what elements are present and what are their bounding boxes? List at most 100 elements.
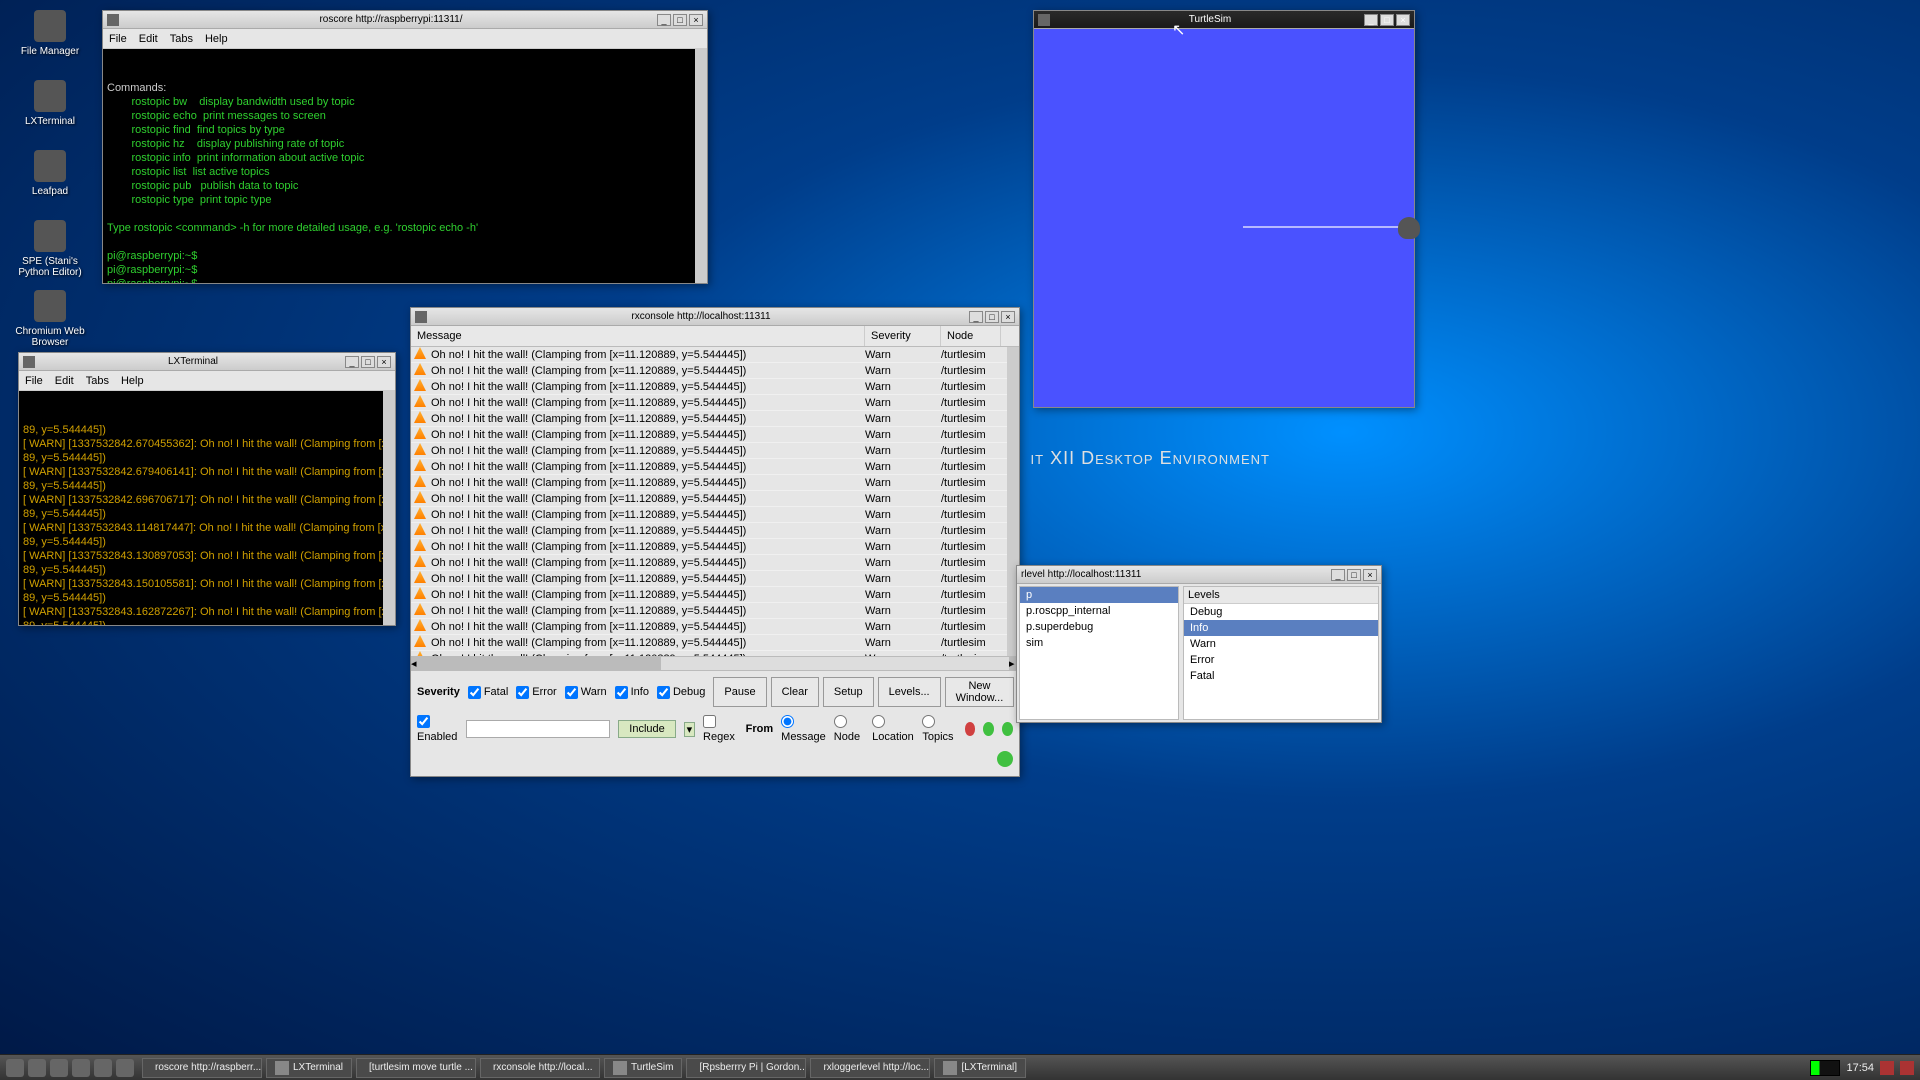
log-row[interactable]: Oh no! I hit the wall! (Clamping from [x… [411, 507, 1019, 523]
chk-warn[interactable]: Warn [565, 686, 607, 699]
menu-help[interactable]: Help [121, 375, 144, 387]
clock[interactable]: 17:54 [1846, 1062, 1874, 1074]
pause-button[interactable]: Pause [713, 677, 766, 707]
menu-help[interactable]: Help [205, 33, 228, 45]
terminal-output[interactable]: 89, y=5.544445])[ WARN] [1337532842.6704… [19, 391, 395, 625]
rb-message[interactable]: Message [781, 715, 826, 743]
log-row[interactable]: Oh no! I hit the wall! (Clamping from [x… [411, 635, 1019, 651]
setup-button[interactable]: Setup [823, 677, 874, 707]
level-item[interactable]: Error [1184, 652, 1378, 668]
volume-icon[interactable] [1880, 1061, 1894, 1075]
minimize-button[interactable]: _ [969, 311, 983, 323]
taskbar-button[interactable]: roscore http://raspberr... [142, 1058, 262, 1078]
include-button[interactable]: Include [618, 720, 675, 738]
node-item[interactable]: p.superdebug [1020, 619, 1178, 635]
maximize-button[interactable]: □ [673, 14, 687, 26]
log-row[interactable]: Oh no! I hit the wall! (Clamping from [x… [411, 475, 1019, 491]
menu-edit[interactable]: Edit [139, 33, 158, 45]
titlebar[interactable]: rlevel http://localhost:11311 _ □ × [1017, 566, 1381, 584]
level-item[interactable]: Debug [1184, 604, 1378, 620]
node-item[interactable]: sim [1020, 635, 1178, 651]
close-button[interactable]: × [1001, 311, 1015, 323]
rb-node[interactable]: Node [834, 715, 864, 743]
up-icon[interactable] [1002, 722, 1013, 736]
scrollbar[interactable] [695, 49, 707, 283]
log-row[interactable]: Oh no! I hit the wall! (Clamping from [x… [411, 539, 1019, 555]
desktop-icon-leaf[interactable]: Leafpad [10, 150, 90, 197]
titlebar[interactable]: TurtleSim _ □ × [1034, 11, 1414, 29]
remove-filter-icon[interactable] [965, 722, 976, 736]
minimize-button[interactable]: _ [1331, 569, 1345, 581]
col-node[interactable]: Node [941, 326, 1001, 346]
menu-tabs[interactable]: Tabs [86, 375, 109, 387]
close-button[interactable]: × [1363, 569, 1377, 581]
minimize-button[interactable]: _ [1364, 14, 1378, 26]
log-row[interactable]: Oh no! I hit the wall! (Clamping from [x… [411, 443, 1019, 459]
minimize-all-icon[interactable] [72, 1059, 90, 1077]
level-item[interactable]: Fatal [1184, 668, 1378, 684]
menu-tabs[interactable]: Tabs [170, 33, 193, 45]
log-row[interactable]: Oh no! I hit the wall! (Clamping from [x… [411, 411, 1019, 427]
menu-file[interactable]: File [109, 33, 127, 45]
menu-file[interactable]: File [25, 375, 43, 387]
add-filter-icon[interactable] [983, 722, 994, 736]
close-button[interactable]: × [689, 14, 703, 26]
col-message[interactable]: Message [411, 326, 865, 346]
levels-pane[interactable]: Levels DebugInfoWarnErrorFatal [1183, 586, 1379, 720]
workspace-icon[interactable] [116, 1059, 134, 1077]
log-row[interactable]: Oh no! I hit the wall! (Clamping from [x… [411, 603, 1019, 619]
maximize-button[interactable]: □ [361, 356, 375, 368]
include-dropdown[interactable]: ▾ [684, 722, 695, 737]
taskbar-button[interactable]: TurtleSim [604, 1058, 682, 1078]
taskbar-button[interactable]: [turtlesim move turtle ... [356, 1058, 476, 1078]
taskbar-button[interactable]: rxloggerlevel http://loc... [810, 1058, 930, 1078]
hscroll[interactable]: ◂ ▸ [411, 656, 1019, 670]
levels-button[interactable]: Levels... [878, 677, 941, 707]
menu-edit[interactable]: Edit [55, 375, 74, 387]
node-item[interactable]: p.roscpp_internal [1020, 603, 1178, 619]
chk-enabled[interactable]: Enabled [417, 715, 458, 743]
desktop-icon-terminal[interactable]: LXTerminal [10, 80, 90, 127]
close-button[interactable]: × [377, 356, 391, 368]
node-item[interactable]: p [1020, 587, 1178, 603]
chk-debug[interactable]: Debug [657, 686, 705, 699]
filter-input[interactable] [466, 720, 610, 738]
desktop-icon-folder[interactable]: File Manager [10, 10, 90, 57]
terminal-output[interactable]: Commands: rostopic bw display bandwidth … [103, 49, 707, 283]
minimize-button[interactable]: _ [657, 14, 671, 26]
level-item[interactable]: Warn [1184, 636, 1378, 652]
chk-fatal[interactable]: Fatal [468, 686, 508, 699]
scrollbar[interactable] [383, 391, 395, 625]
log-row[interactable]: Oh no! I hit the wall! (Clamping from [x… [411, 491, 1019, 507]
logout-icon[interactable] [1900, 1061, 1914, 1075]
chk-error[interactable]: Error [516, 686, 556, 699]
close-button[interactable]: × [1396, 14, 1410, 26]
log-row[interactable]: Oh no! I hit the wall! (Clamping from [x… [411, 363, 1019, 379]
log-row[interactable]: Oh no! I hit the wall! (Clamping from [x… [411, 555, 1019, 571]
start-menu-icon[interactable] [6, 1059, 24, 1077]
rb-location[interactable]: Location [872, 715, 914, 743]
log-row[interactable]: Oh no! I hit the wall! (Clamping from [x… [411, 395, 1019, 411]
titlebar[interactable]: rxconsole http://localhost:11311 _ □ × [411, 308, 1019, 326]
new-window-button[interactable]: New Window... [945, 677, 1015, 707]
add-icon[interactable] [997, 751, 1013, 767]
browser-icon[interactable] [50, 1059, 68, 1077]
clear-button[interactable]: Clear [771, 677, 819, 707]
log-row[interactable]: Oh no! I hit the wall! (Clamping from [x… [411, 523, 1019, 539]
log-row[interactable]: Oh no! I hit the wall! (Clamping from [x… [411, 459, 1019, 475]
workspace-icon[interactable] [94, 1059, 112, 1077]
log-row[interactable]: Oh no! I hit the wall! (Clamping from [x… [411, 587, 1019, 603]
maximize-button[interactable]: □ [1380, 14, 1394, 26]
chk-info[interactable]: Info [615, 686, 649, 699]
log-row[interactable]: Oh no! I hit the wall! (Clamping from [x… [411, 347, 1019, 363]
titlebar[interactable]: roscore http://raspberrypi:11311/ _ □ × [103, 11, 707, 29]
chk-regex[interactable]: Regex [703, 715, 738, 743]
desktop-icon-chrome[interactable]: Chromium Web Browser [10, 290, 90, 348]
log-row[interactable]: Oh no! I hit the wall! (Clamping from [x… [411, 427, 1019, 443]
maximize-button[interactable]: □ [985, 311, 999, 323]
cpu-monitor-icon[interactable] [1810, 1060, 1840, 1076]
col-severity[interactable]: Severity [865, 326, 941, 346]
level-item[interactable]: Info [1184, 620, 1378, 636]
taskbar-button[interactable]: [Rpsberrry Pi | Gordon... [686, 1058, 806, 1078]
rb-topics[interactable]: Topics [922, 715, 956, 743]
